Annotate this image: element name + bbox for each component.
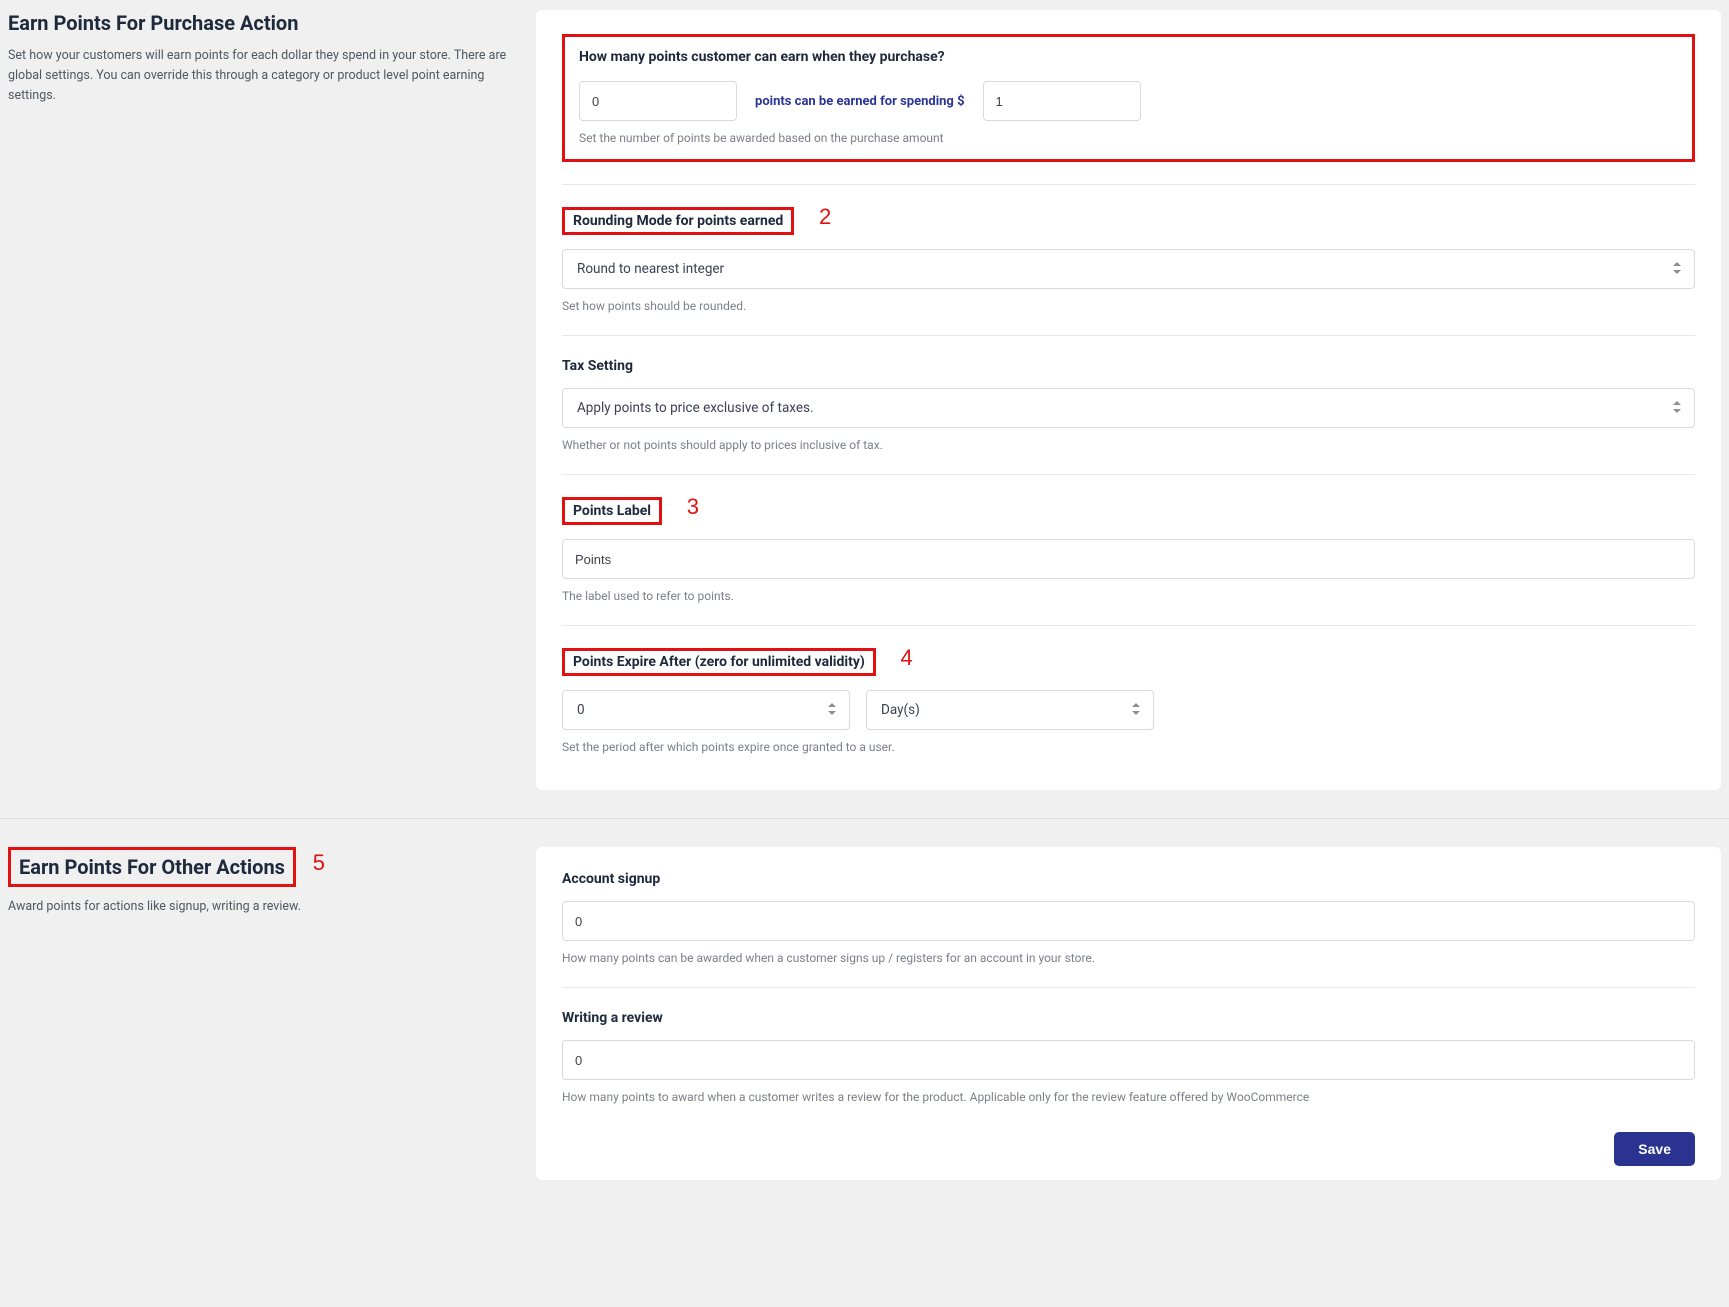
rounding-select-value: Round to nearest integer [577,261,724,277]
tax-title: Tax Setting [562,358,633,374]
updown-icon [1672,400,1682,416]
annotation-3: 3 [687,494,699,520]
section-other-side: Earn Points For Other Actions 5 Award po… [8,847,536,917]
expire-row: 0 Day(s) [562,690,1695,730]
highlight-rounding: Rounding Mode for points earned 2 [562,207,794,235]
updown-icon [1672,261,1682,277]
rounding-select[interactable]: Round to nearest integer [562,249,1695,289]
rounding-title: Rounding Mode for points earned [573,213,783,229]
points-label-help: The label used to refer to points. [562,589,1695,603]
points-per-purchase-input[interactable] [579,81,737,121]
highlight-points-label: Points Label 3 [562,497,662,525]
save-button[interactable]: Save [1614,1132,1695,1166]
section-other-title: Earn Points For Other Actions [19,854,285,880]
group-earn-points: 1 How many points customer can earn when… [562,34,1695,184]
group-tax: Tax Setting Apply points to price exclus… [562,335,1695,474]
highlight-earn-points: 1 How many points customer can earn when… [562,34,1695,162]
annotation-2: 2 [819,204,831,230]
annotation-4: 4 [901,645,913,671]
section-purchase-side: Earn Points For Purchase Action Set how … [8,10,536,106]
earn-points-mid-label: points can be earned for spending $ [755,94,965,109]
expire-unit-select[interactable]: Day(s) [866,690,1154,730]
annotation-5: 5 [313,850,325,876]
review-help: How many points to award when a customer… [562,1090,1695,1104]
group-expire: Points Expire After (zero for unlimited … [562,625,1695,776]
signup-title: Account signup [562,871,660,887]
group-rounding: Rounding Mode for points earned 2 Round … [562,184,1695,335]
expire-help: Set the period after which points expire… [562,740,1695,754]
card-footer: Save [562,1126,1695,1166]
expire-value: 0 [577,702,585,718]
updown-icon [1131,702,1141,718]
tax-help: Whether or not points should apply to pr… [562,438,1695,452]
highlight-expire: Points Expire After (zero for unlimited … [562,648,876,676]
section-purchase-action: Earn Points For Purchase Action Set how … [0,10,1729,818]
section-purchase-title: Earn Points For Purchase Action [8,10,512,36]
purchase-card: 1 How many points customer can earn when… [536,10,1721,790]
earn-points-title: How many points customer can earn when t… [579,49,1674,65]
earn-points-row: points can be earned for spending $ [579,81,1674,121]
signup-points-input[interactable] [562,901,1695,941]
tax-select[interactable]: Apply points to price exclusive of taxes… [562,388,1695,428]
updown-icon [827,702,837,718]
spend-amount-input[interactable] [983,81,1141,121]
section-other-actions: Earn Points For Other Actions 5 Award po… [0,818,1729,1208]
other-actions-card: Account signup How many points can be aw… [536,847,1721,1180]
settings-page: Earn Points For Purchase Action Set how … [0,0,1729,1248]
review-points-input[interactable] [562,1040,1695,1080]
section-other-desc: Award points for actions like signup, wr… [8,897,512,917]
group-points-label: Points Label 3 The label used to refer t… [562,474,1695,625]
group-signup: Account signup How many points can be aw… [562,871,1695,987]
expire-unit: Day(s) [881,702,920,718]
rounding-help: Set how points should be rounded. [562,299,1695,313]
review-title: Writing a review [562,1010,663,1026]
earn-points-help: Set the number of points be awarded base… [579,131,1674,145]
expire-title: Points Expire After (zero for unlimited … [573,654,865,670]
highlight-other-actions: Earn Points For Other Actions 5 [8,847,296,887]
group-review: Writing a review How many points to awar… [562,987,1695,1126]
section-purchase-desc: Set how your customers will earn points … [8,46,512,106]
expire-value-select[interactable]: 0 [562,690,850,730]
signup-help: How many points can be awarded when a cu… [562,951,1695,965]
tax-select-value: Apply points to price exclusive of taxes… [577,400,814,416]
points-label-input[interactable] [562,539,1695,579]
points-label-title: Points Label [573,503,651,519]
